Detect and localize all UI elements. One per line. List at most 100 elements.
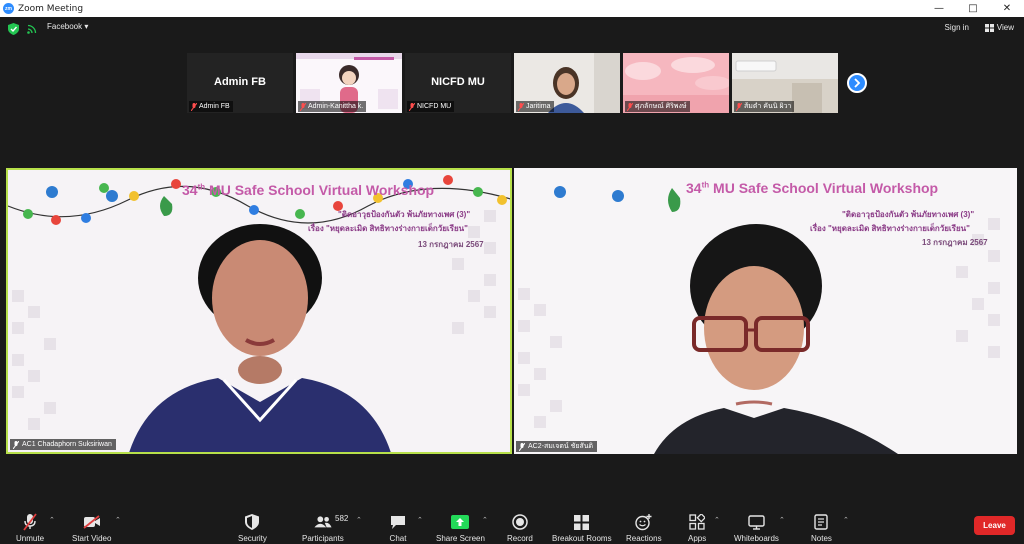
video-options-chevron-icon[interactable]: ⌃ xyxy=(115,516,121,524)
notes-label: Notes xyxy=(811,534,832,543)
muted-mic-icon xyxy=(736,102,742,111)
participant-label: Admin FB xyxy=(189,101,233,112)
start-video-button[interactable]: Start Video xyxy=(72,513,111,543)
participant-label: Admin-Kanittha k. xyxy=(298,101,367,112)
window-title: Zoom Meeting xyxy=(18,3,84,14)
facebook-stream-dropdown[interactable]: Facebook ▾ xyxy=(47,22,88,31)
muted-mic-icon xyxy=(191,102,197,111)
notes-button[interactable]: Notes xyxy=(811,513,832,543)
participants-icon xyxy=(314,516,332,528)
breakout-rooms-label: Breakout Rooms xyxy=(552,534,612,543)
slide-subtitle-2: เรื่อง "หยุดละเมิด สิทธิทางร่างกายเด็กวั… xyxy=(810,224,970,233)
connection-signal-icon[interactable] xyxy=(27,24,37,34)
sign-in-button[interactable]: Sign in xyxy=(945,23,969,32)
next-page-button[interactable] xyxy=(847,73,867,93)
unmute-button[interactable]: Unmute xyxy=(16,513,44,543)
participant-thumbnail[interactable]: Admin-Kanittha k. xyxy=(296,53,402,113)
slide-title-text: MU Safe School Virtual Workshop xyxy=(209,182,435,198)
participant-display-name: Admin FB xyxy=(214,76,266,88)
active-speaker-video[interactable]: 34th MU Safe School Virtual Workshop "ติ… xyxy=(6,168,512,454)
audio-options-chevron-icon[interactable]: ⌃ xyxy=(49,516,55,524)
share-screen-label: Share Screen xyxy=(436,534,485,543)
notes-icon xyxy=(814,514,829,530)
participant-thumbnail[interactable]: Admin FB Admin FB xyxy=(187,53,293,113)
whiteboards-options-chevron-icon[interactable]: ⌃ xyxy=(779,516,785,524)
unmute-label: Unmute xyxy=(16,534,45,543)
muted-mic-icon xyxy=(519,442,525,451)
slide-title-number: 34 xyxy=(182,182,198,198)
participant-label-text: ศุภลักษณ์ ศิริพงษ์ xyxy=(635,103,687,110)
speaker-name: AC1 Chadaphorn Suksiriwan xyxy=(22,441,112,448)
speaker-name: AC2-สมเจตน์ ชัยสันติ xyxy=(528,443,594,450)
whiteboards-button[interactable]: Whiteboards xyxy=(734,513,779,543)
slide-title-suffix: th xyxy=(701,180,710,190)
record-button[interactable]: Record xyxy=(507,513,533,543)
chat-bubble-icon xyxy=(391,515,405,529)
participant-thumbnail[interactable]: NICFD MU NICFD MU xyxy=(405,53,511,113)
participant-thumbnail[interactable]: Jaritima xyxy=(514,53,620,113)
muted-mic-icon xyxy=(13,440,19,449)
slide-date: 13 กรกฎาคม 2567 xyxy=(922,238,988,247)
chat-button[interactable]: Chat xyxy=(389,513,407,543)
minimize-icon[interactable]: — xyxy=(922,0,956,17)
whiteboards-label: Whiteboards xyxy=(734,534,779,543)
breakout-rooms-button[interactable]: Breakout Rooms xyxy=(552,513,612,543)
apps-icon xyxy=(689,514,706,530)
view-button[interactable]: View xyxy=(984,23,1014,32)
breakout-rooms-icon xyxy=(574,514,590,530)
record-label: Record xyxy=(507,534,533,543)
microphone-muted-icon xyxy=(23,513,37,531)
start-video-label: Start Video xyxy=(72,534,112,543)
chevron-right-icon xyxy=(854,78,861,88)
window-titlebar: zm Zoom Meeting — □ ✕ xyxy=(0,0,1024,17)
participant-display-name: NICFD MU xyxy=(431,76,485,88)
view-grid-icon xyxy=(984,23,994,32)
apps-label: Apps xyxy=(688,534,707,543)
participant-label: ส้มตำ คันนิ ผิวา xyxy=(734,101,795,112)
more-options-chevron-icon[interactable]: ⌃ xyxy=(843,516,849,524)
participant-label: NICFD MU xyxy=(407,101,455,112)
share-options-chevron-icon[interactable]: ⌃ xyxy=(482,516,488,524)
share-screen-icon xyxy=(451,515,470,529)
close-icon[interactable]: ✕ xyxy=(990,0,1024,17)
muted-mic-icon xyxy=(409,102,415,111)
apps-options-chevron-icon[interactable]: ⌃ xyxy=(714,516,720,524)
participant-label-text: Jaritima xyxy=(526,103,551,110)
participants-options-chevron-icon[interactable]: ⌃ xyxy=(356,516,362,524)
whiteboard-icon xyxy=(748,514,765,530)
chat-options-chevron-icon[interactable]: ⌃ xyxy=(417,516,423,524)
shield-icon[interactable] xyxy=(8,23,19,35)
participants-label: Participants xyxy=(302,534,344,543)
apps-button[interactable]: Apps xyxy=(688,513,706,543)
muted-mic-icon xyxy=(300,102,306,111)
participant-label: ศุภลักษณ์ ศิริพงษ์ xyxy=(625,101,690,112)
meeting-topbar: Facebook ▾ Sign in View xyxy=(0,17,1024,41)
meeting-toolbar: Unmute ⌃ Start Video ⌃ Security Particip… xyxy=(0,506,1024,544)
slide-title-number: 34 xyxy=(686,180,702,196)
speaker-name-tag: AC1 Chadaphorn Suksiriwan xyxy=(10,439,116,450)
slide-title-suffix: th xyxy=(197,182,206,192)
view-label: View xyxy=(996,23,1014,32)
slide-subtitle-1: "ติดอาวุธป้องกันตัว พ้นภัยทางเพศ (3)" xyxy=(338,210,471,219)
video-camera-off-icon xyxy=(83,515,100,529)
security-label: Security xyxy=(238,534,267,543)
participant-video[interactable]: 34th MU Safe School Virtual Workshop "ติ… xyxy=(514,168,1017,454)
participant-label-text: NICFD MU xyxy=(417,103,452,110)
reactions-button[interactable]: Reactions xyxy=(626,513,662,543)
participant-thumbnail[interactable]: ส้มตำ คันนิ ผิวา xyxy=(732,53,838,113)
record-icon xyxy=(512,514,528,530)
share-screen-button[interactable]: Share Screen xyxy=(436,513,485,543)
speaker-name-tag: AC2-สมเจตน์ ชัยสันติ xyxy=(516,441,598,452)
shield-icon xyxy=(245,514,260,530)
muted-mic-icon xyxy=(518,102,524,111)
slide-subtitle-2: เรื่อง "หยุดละเมิด สิทธิทางร่างกายเด็กวั… xyxy=(308,224,468,233)
security-button[interactable]: Security xyxy=(238,513,267,543)
leave-button[interactable]: Leave xyxy=(974,516,1015,535)
reactions-label: Reactions xyxy=(626,534,662,543)
reactions-smiley-icon xyxy=(635,513,652,530)
participant-thumbnail[interactable]: ศุภลักษณ์ ศิริพงษ์ xyxy=(623,53,729,113)
participant-label-text: Admin FB xyxy=(199,103,230,110)
window-controls: — □ ✕ xyxy=(922,0,1024,17)
participant-count: 582 xyxy=(335,514,349,523)
maximize-icon[interactable]: □ xyxy=(956,0,990,17)
